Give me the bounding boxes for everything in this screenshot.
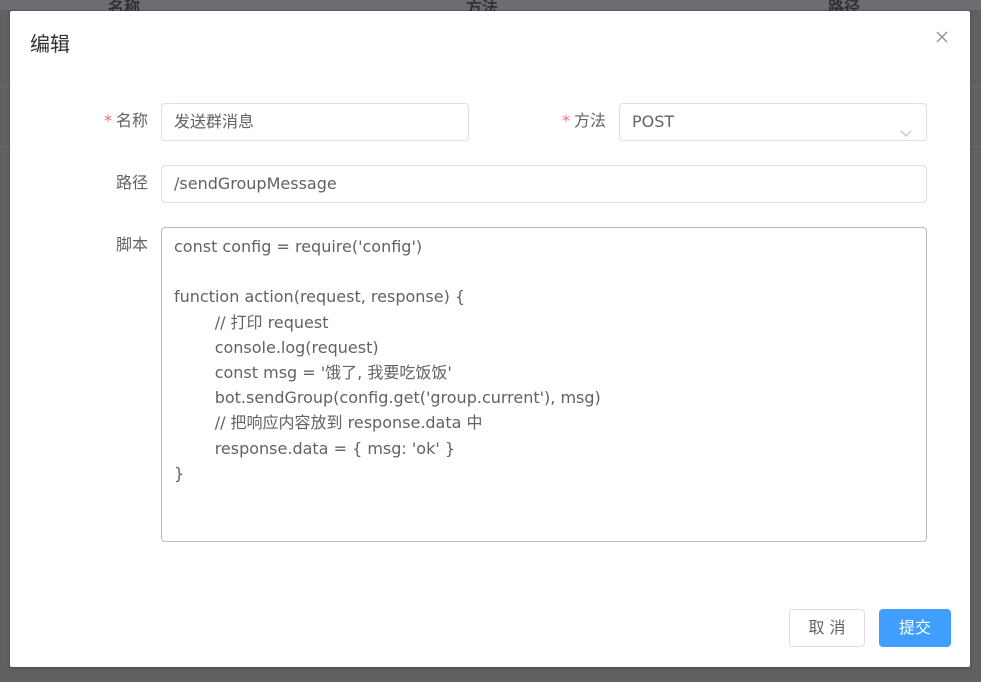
code-line: response.data = { msg: 'ok' } xyxy=(174,438,455,458)
code-line: console.log(request) xyxy=(174,337,379,357)
name-label-text: 名称 xyxy=(115,111,148,130)
path-label: 路径 xyxy=(115,173,148,192)
code-line: // 打印 request xyxy=(174,312,329,332)
code-line: const msg = '饿了, 我要吃饭饭' xyxy=(174,362,452,382)
code-line: } xyxy=(174,463,185,483)
code-line: function action(request, response) { xyxy=(174,287,466,307)
edit-dialog: 编辑 * 名称 发送群消息 * 方法 POST 路径 /sendGroupMessa… xyxy=(10,11,970,667)
required-asterisk: * xyxy=(561,111,570,130)
name-label: * 名称 xyxy=(70,102,148,140)
cancel-button[interactable]: 取 消 xyxy=(789,609,865,647)
required-asterisk: * xyxy=(103,111,112,130)
code-line: // 把响应内容放到 response.data 中 xyxy=(174,413,483,433)
dialog-title: 编辑 xyxy=(30,32,70,56)
path-input[interactable]: /sendGroupMessage xyxy=(161,165,927,203)
code-line: const config = require('config') xyxy=(174,237,423,256)
chevron-down-icon xyxy=(900,116,912,137)
method-label: * 方法 xyxy=(530,102,606,140)
submit-button[interactable]: 提交 xyxy=(879,609,951,647)
method-label-text: 方法 xyxy=(573,111,606,130)
close-icon[interactable] xyxy=(934,29,950,45)
script-textarea[interactable]: const config = require('config') functio… xyxy=(161,227,927,542)
script-label: 脚本 xyxy=(115,235,148,254)
code-line: bot.sendGroup(config.get('group.current'… xyxy=(174,388,601,408)
name-input[interactable]: 发送群消息 xyxy=(161,103,469,141)
method-select[interactable]: POST xyxy=(619,103,927,141)
method-select-value: POST xyxy=(632,112,675,131)
